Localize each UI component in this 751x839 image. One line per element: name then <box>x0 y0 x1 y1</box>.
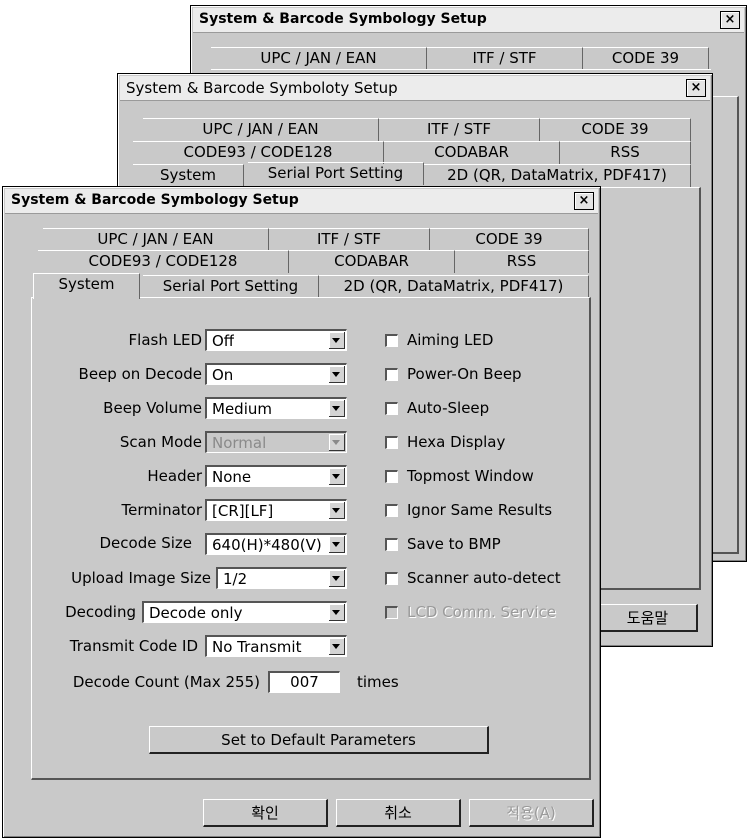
tab-code93-code128[interactable]: CODE93 / CODE128 <box>38 250 289 273</box>
header-value: None <box>212 468 252 486</box>
middle-tab-upc[interactable]: UPC / JAN / EAN <box>143 118 379 141</box>
auto-sleep-label[interactable]: Auto-Sleep <box>407 399 489 417</box>
topmost-window-label[interactable]: Topmost Window <box>407 467 534 485</box>
middle-dialog-title: System & Barcode Symboloty Setup <box>126 79 398 97</box>
beep-volume-value: Medium <box>212 400 272 418</box>
chevron-down-icon[interactable] <box>329 604 345 621</box>
save-to-bmp-label[interactable]: Save to BMP <box>407 535 501 553</box>
system-settings-panel: Flash LED Off Beep on Decode On Beep Vol… <box>31 297 591 780</box>
upload-image-size-value: 1/2 <box>223 570 248 588</box>
chevron-down-icon[interactable] <box>329 536 345 553</box>
beep-on-decode-label: Beep on Decode <box>78 365 202 383</box>
chevron-down-icon[interactable] <box>329 366 345 383</box>
transmit-code-id-value: No Transmit <box>212 638 302 656</box>
decode-size-label: Decode Size <box>99 534 192 552</box>
terminator-value: [CR][LF] <box>212 502 274 520</box>
middle-tab-itf[interactable]: ITF / STF <box>379 118 540 141</box>
hexa-display-label[interactable]: Hexa Display <box>407 433 505 451</box>
decode-size-value: 640(H)*480(V) <box>212 536 322 554</box>
tab-upc-jan-ean[interactable]: UPC / JAN / EAN <box>43 228 269 251</box>
chevron-down-icon[interactable] <box>329 400 345 417</box>
back-dialog-titlebar[interactable]: System & Barcode Symbology Setup × <box>193 8 744 33</box>
beep-on-decode-dropdown[interactable]: On <box>205 363 347 385</box>
back-tab-row-edge <box>211 69 711 70</box>
lcd-comm-service-label: LCD Comm. Service <box>407 603 556 621</box>
tab-rss[interactable]: RSS <box>455 250 589 273</box>
topmost-window-checkbox[interactable] <box>385 470 398 483</box>
middle-tab-2d[interactable]: 2D (QR, DataMatrix, PDF417) <box>424 164 691 187</box>
chevron-down-icon[interactable] <box>329 502 345 519</box>
setup-dialog-titlebar[interactable]: System & Barcode Symbology Setup × <box>5 189 598 214</box>
setup-dialog-title: System & Barcode Symbology Setup <box>11 192 299 208</box>
ignor-same-results-checkbox[interactable] <box>385 504 398 517</box>
middle-tab-code93[interactable]: CODE93 / CODE128 <box>133 141 384 164</box>
back-tab-code39[interactable]: CODE 39 <box>583 47 709 70</box>
beep-on-decode-value: On <box>212 366 234 384</box>
middle-tab-code39[interactable]: CODE 39 <box>540 118 691 141</box>
power-on-beep-label[interactable]: Power-On Beep <box>407 365 522 383</box>
tab-itf-stf[interactable]: ITF / STF <box>269 228 430 251</box>
back-dialog-title: System & Barcode Symbology Setup <box>199 11 487 27</box>
aiming-led-checkbox[interactable] <box>385 334 398 347</box>
ok-button[interactable]: 확인 <box>203 799 328 827</box>
middle-dialog-titlebar[interactable]: System & Barcode Symboloty Setup × <box>120 76 710 101</box>
transmit-code-id-dropdown[interactable]: No Transmit <box>205 635 347 657</box>
auto-sleep-checkbox[interactable] <box>385 402 398 415</box>
flash-led-label: Flash LED <box>128 331 202 349</box>
header-label: Header <box>147 467 202 485</box>
chevron-down-icon[interactable] <box>329 332 345 349</box>
middle-tab-system[interactable]: System <box>133 164 244 187</box>
chevron-down-icon <box>329 434 345 451</box>
middle-tab-rss[interactable]: RSS <box>560 141 691 164</box>
beep-volume-label: Beep Volume <box>103 399 202 417</box>
decoding-value: Decode only <box>149 604 243 622</box>
tab-serial-port-setting[interactable]: Serial Port Setting <box>143 275 319 298</box>
scanner-auto-detect-label[interactable]: Scanner auto-detect <box>407 569 561 587</box>
chevron-down-icon[interactable] <box>329 638 345 655</box>
cancel-button[interactable]: 취소 <box>336 799 461 827</box>
flash-led-dropdown[interactable]: Off <box>205 329 347 351</box>
chevron-down-icon[interactable] <box>329 570 345 587</box>
middle-close-icon[interactable]: × <box>686 79 706 97</box>
back-tab-upc[interactable]: UPC / JAN / EAN <box>211 47 427 70</box>
terminator-label: Terminator <box>121 501 202 519</box>
transmit-code-id-label: Transmit Code ID <box>69 637 198 655</box>
hexa-display-checkbox[interactable] <box>385 436 398 449</box>
lcd-comm-service-checkbox <box>385 606 398 619</box>
scan-mode-dropdown: Normal <box>205 431 347 453</box>
set-to-default-parameters-button[interactable]: Set to Default Parameters <box>149 726 489 754</box>
decoding-dropdown[interactable]: Decode only <box>142 601 347 623</box>
terminator-dropdown[interactable]: [CR][LF] <box>205 499 347 521</box>
scanner-auto-detect-checkbox[interactable] <box>385 572 398 585</box>
beep-volume-dropdown[interactable]: Medium <box>205 397 347 419</box>
back-tab-itf[interactable]: ITF / STF <box>427 47 583 70</box>
chevron-down-icon[interactable] <box>329 468 345 485</box>
save-to-bmp-checkbox[interactable] <box>385 538 398 551</box>
upload-image-size-dropdown[interactable]: 1/2 <box>216 567 347 589</box>
aiming-led-label[interactable]: Aiming LED <box>407 331 493 349</box>
flash-led-value: Off <box>212 332 235 350</box>
ignor-same-results-label[interactable]: Ignor Same Results <box>407 501 552 519</box>
decode-size-dropdown[interactable]: 640(H)*480(V) <box>205 533 347 555</box>
back-close-icon[interactable]: × <box>720 11 740 29</box>
decode-count-label: Decode Count (Max 255) <box>72 673 260 691</box>
upload-image-size-label: Upload Image Size <box>71 569 211 587</box>
middle-tab-codabar[interactable]: CODABAR <box>384 141 560 164</box>
setup-dialog-window: System & Barcode Symbology Setup × UPC /… <box>2 186 601 838</box>
decoding-label: Decoding <box>65 603 136 621</box>
apply-button: 적용(A) <box>469 799 594 827</box>
decode-count-input[interactable]: 007 <box>268 671 340 693</box>
tab-codabar[interactable]: CODABAR <box>289 250 455 273</box>
middle-tab-serial[interactable]: Serial Port Setting <box>248 162 424 185</box>
tab-system[interactable]: System <box>33 273 140 299</box>
decode-count-suffix: times <box>357 673 399 691</box>
scan-mode-label: Scan Mode <box>119 433 202 451</box>
close-icon[interactable]: × <box>574 192 594 210</box>
power-on-beep-checkbox[interactable] <box>385 368 398 381</box>
scan-mode-value: Normal <box>212 434 267 452</box>
tab-code39[interactable]: CODE 39 <box>430 228 589 251</box>
header-dropdown[interactable]: None <box>205 465 347 487</box>
middle-help-button[interactable]: 도움말 <box>598 604 698 632</box>
tab-2d-qr-datamatrix-pdf417[interactable]: 2D (QR, DataMatrix, PDF417) <box>319 275 589 298</box>
